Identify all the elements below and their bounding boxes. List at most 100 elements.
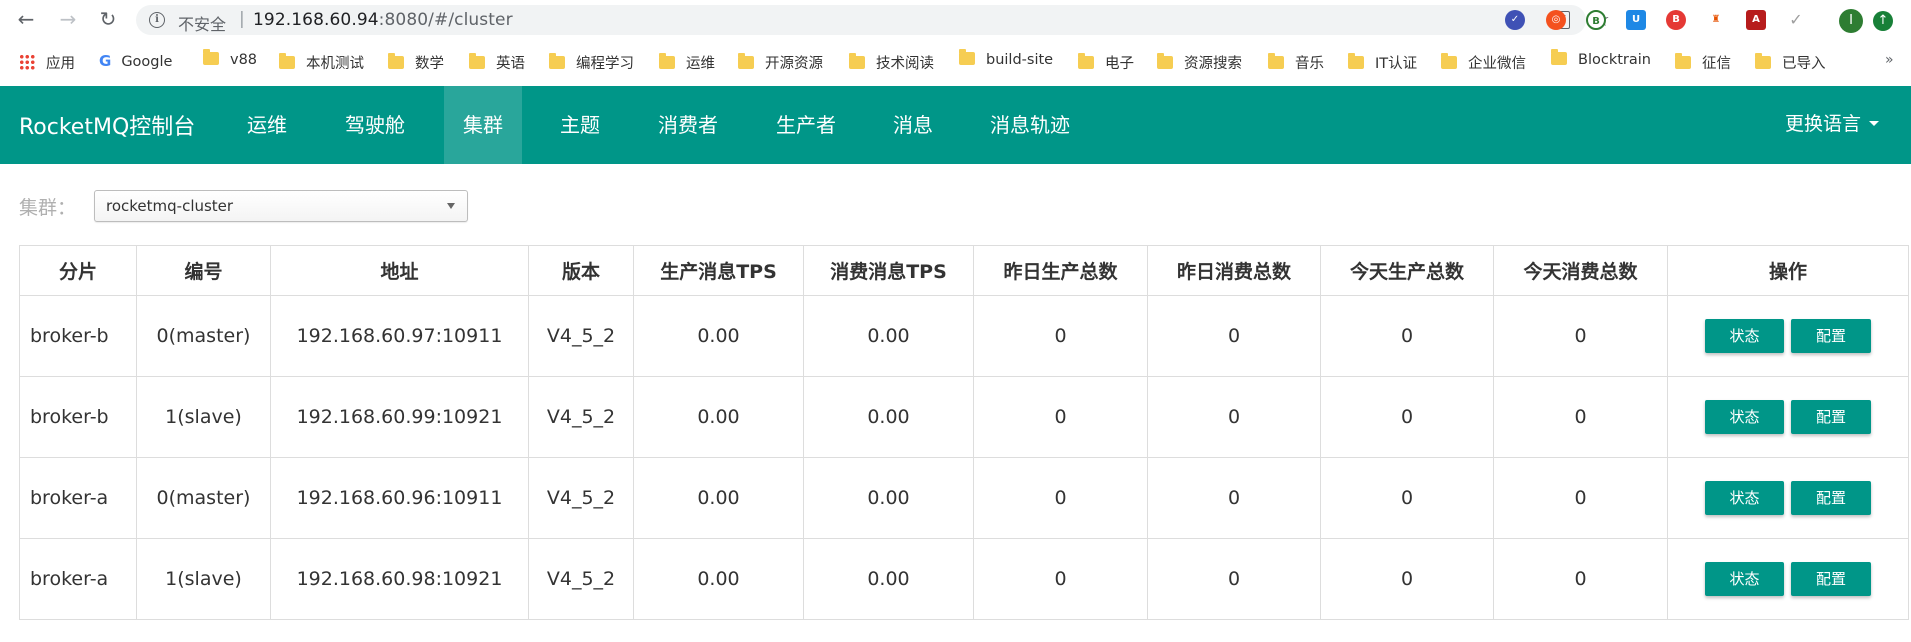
- nav-producer[interactable]: 生产者: [756, 86, 856, 164]
- bookmark-folder[interactable]: 企业微信: [1441, 52, 1526, 72]
- address-separator: |: [239, 9, 245, 29]
- extension-pdf-icon[interactable]: A: [1746, 10, 1766, 30]
- cell-today-produce: 0: [1320, 295, 1494, 377]
- folder-icon: [203, 49, 219, 65]
- bookmark-google[interactable]: G Google: [99, 52, 172, 72]
- extension-b-icon[interactable]: B: [1586, 10, 1606, 30]
- bookmark-folder[interactable]: 运维: [659, 52, 715, 72]
- folder-icon: [659, 53, 675, 69]
- app-brand[interactable]: RocketMQ控制台: [19, 109, 195, 141]
- cell-address: 192.168.60.99:10921: [270, 376, 529, 458]
- nav-dashboard[interactable]: 驾驶舱: [325, 86, 425, 164]
- status-button[interactable]: 状态: [1705, 319, 1784, 353]
- cell-address: 192.168.60.96:10911: [270, 457, 529, 539]
- bookmarks-overflow-icon[interactable]: »: [1885, 52, 1894, 68]
- url-text[interactable]: 192.168.60.94:8080/#/cluster: [253, 10, 513, 30]
- extension-check-icon[interactable]: ✓: [1505, 10, 1525, 30]
- update-arrow-icon[interactable]: ↑: [1873, 11, 1893, 31]
- bookmark-label: 运维: [686, 56, 715, 72]
- language-dropdown[interactable]: 更换语言: [1785, 86, 1880, 164]
- nav-cluster[interactable]: 集群: [444, 86, 522, 164]
- bookmark-label: 音乐: [1295, 56, 1324, 72]
- config-button[interactable]: 配置: [1791, 319, 1871, 353]
- extension-checkmark-icon[interactable]: ✓: [1786, 10, 1806, 30]
- bookmark-label: 征信: [1702, 56, 1731, 72]
- nav-consumer[interactable]: 消费者: [638, 86, 738, 164]
- header-actions: 操作: [1667, 245, 1909, 296]
- extension-share-icon[interactable]: ◎: [1546, 10, 1566, 30]
- app-navbar: RocketMQ控制台 运维 驾驶舱 集群 主题 消费者 生产者 消息 消息轨迹…: [0, 86, 1911, 164]
- bookmark-folder[interactable]: 开源资源: [738, 52, 823, 72]
- bookmark-label: 资源搜索: [1184, 56, 1242, 72]
- bookmark-apps[interactable]: 应用: [19, 52, 75, 72]
- address-bar[interactable]: i 不安全 | 192.168.60.94:8080/#/cluster 文 ☆: [136, 5, 1610, 35]
- bookmark-label: IT认证: [1375, 56, 1418, 72]
- bookmark-label: 应用: [46, 56, 75, 72]
- dropdown-arrow-icon: [447, 203, 455, 209]
- bookmark-folder[interactable]: Blocktrain: [1551, 49, 1651, 72]
- bookmark-folder[interactable]: v88: [203, 49, 257, 72]
- cell-actions: 状态 配置: [1667, 376, 1909, 458]
- cell-consume-tps: 0.00: [803, 457, 974, 539]
- status-button[interactable]: 状态: [1705, 400, 1784, 434]
- bookmark-label: 编程学习: [576, 56, 634, 72]
- cell-actions: 状态 配置: [1667, 457, 1909, 539]
- caret-down-icon: [1869, 121, 1880, 126]
- table-header-row: 分片 编号 地址 版本 生产消息TPS 消费消息TPS 昨日生产总数 昨日消费总…: [19, 245, 1909, 296]
- cell-yesterday-consume: 0: [1147, 457, 1321, 539]
- folder-icon: [279, 53, 295, 69]
- extension-lighthouse-icon[interactable]: ♜: [1706, 10, 1726, 30]
- bookmark-folder[interactable]: 已导入: [1755, 52, 1826, 72]
- bookmark-label: 开源资源: [765, 56, 823, 72]
- cell-yesterday-consume: 0: [1147, 376, 1321, 458]
- nav-topic[interactable]: 主题: [541, 86, 619, 164]
- apps-icon: [19, 54, 35, 70]
- broker-table: 分片 编号 地址 版本 生产消息TPS 消费消息TPS 昨日生产总数 昨日消费总…: [19, 245, 1909, 620]
- cell-produce-tps: 0.00: [633, 538, 804, 620]
- bookmark-folder[interactable]: 编程学习: [549, 52, 634, 72]
- profile-avatar[interactable]: I: [1839, 9, 1863, 33]
- browser-toolbar: ← → ↻ i 不安全 | 192.168.60.94:8080/#/clust…: [0, 0, 1911, 38]
- bookmark-folder[interactable]: 数学: [388, 52, 444, 72]
- cell-id: 1(slave): [136, 538, 271, 620]
- bookmark-folder[interactable]: build-site: [959, 49, 1053, 72]
- cluster-select-value: rocketmq-cluster: [106, 197, 234, 215]
- insecure-label: 不安全: [178, 15, 227, 34]
- bookmark-folder[interactable]: 音乐: [1268, 52, 1324, 72]
- cluster-select[interactable]: rocketmq-cluster: [94, 190, 468, 222]
- nav-ops[interactable]: 运维: [228, 86, 306, 164]
- cell-version: V4_5_2: [528, 295, 634, 377]
- bookmark-folder[interactable]: 英语: [469, 52, 525, 72]
- info-icon[interactable]: i: [149, 12, 165, 28]
- folder-icon: [1551, 49, 1567, 65]
- cell-id: 0(master): [136, 295, 271, 377]
- bookmark-folder[interactable]: 资源搜索: [1157, 52, 1242, 72]
- config-button[interactable]: 配置: [1791, 481, 1871, 515]
- bookmark-folder[interactable]: IT认证: [1348, 52, 1417, 72]
- config-button[interactable]: 配置: [1791, 562, 1871, 596]
- cell-consume-tps: 0.00: [803, 376, 974, 458]
- reload-icon[interactable]: ↻: [97, 9, 119, 31]
- extension-u-icon[interactable]: U: [1626, 10, 1646, 30]
- bookmark-folder[interactable]: 技术阅读: [849, 52, 934, 72]
- config-button[interactable]: 配置: [1791, 400, 1871, 434]
- bookmark-label: Google: [121, 54, 173, 70]
- nav-message-trace[interactable]: 消息轨迹: [971, 86, 1089, 164]
- language-label: 更换语言: [1785, 113, 1862, 135]
- cell-shard: broker-b: [19, 376, 137, 458]
- bookmark-folder[interactable]: 征信: [1675, 52, 1731, 72]
- bookmark-folder[interactable]: 电子: [1078, 52, 1134, 72]
- folder-icon: [549, 53, 565, 69]
- folder-icon: [1441, 53, 1457, 69]
- back-arrow-icon[interactable]: ←: [15, 9, 37, 31]
- folder-icon: [1268, 53, 1284, 69]
- extension-b-red-icon[interactable]: B: [1666, 10, 1686, 30]
- cell-yesterday-produce: 0: [973, 457, 1148, 539]
- bookmark-label: 本机测试: [306, 56, 364, 72]
- bookmark-folder[interactable]: 本机测试: [279, 52, 364, 72]
- status-button[interactable]: 状态: [1705, 481, 1784, 515]
- status-button[interactable]: 状态: [1705, 562, 1784, 596]
- header-id: 编号: [136, 245, 271, 296]
- forward-arrow-icon[interactable]: →: [57, 9, 79, 31]
- nav-message[interactable]: 消息: [874, 86, 952, 164]
